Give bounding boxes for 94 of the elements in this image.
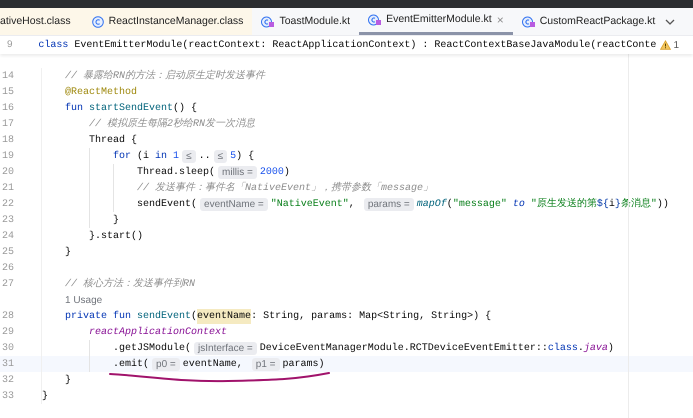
warning-icon[interactable] bbox=[660, 40, 672, 50]
line-number: 22 bbox=[0, 198, 14, 212]
code-text: () { bbox=[173, 102, 198, 116]
line-number: 30 bbox=[0, 342, 14, 356]
number-literal: 5 bbox=[230, 150, 236, 164]
string-literal: "message" bbox=[452, 198, 508, 212]
code-text: } bbox=[113, 214, 120, 228]
line-number: 28 bbox=[0, 310, 14, 324]
keyword: class bbox=[38, 40, 70, 50]
editor-tab[interactable]: ativeHost.class bbox=[0, 8, 83, 35]
function-name: startSendEvent bbox=[89, 102, 174, 116]
keyword: class bbox=[548, 342, 578, 356]
parameter-hint: p0 = bbox=[152, 358, 180, 370]
code-text: params) bbox=[282, 358, 325, 372]
code-text: DeviceEventManagerModule.RCTDeviceEventEmitter:: bbox=[260, 342, 548, 356]
parameter-hint: jsInterface = bbox=[194, 342, 257, 354]
code-comment: // 模拟原生每隔2秒给RN发一次消息 bbox=[89, 116, 256, 132]
code-text: Thread { bbox=[89, 134, 138, 148]
code-comment: // 核心方法：发送事件到RN bbox=[65, 276, 196, 292]
line-number: 20 bbox=[0, 166, 14, 180]
line-number: 16 bbox=[0, 102, 14, 116]
line-number: 24 bbox=[0, 230, 14, 244]
line-number: 23 bbox=[0, 214, 14, 228]
code-text: (i bbox=[136, 150, 150, 164]
line-number: 18 bbox=[0, 134, 14, 148]
code-text: Thread.sleep( bbox=[137, 166, 216, 180]
function-name: mapOf bbox=[416, 198, 447, 212]
keyword: for bbox=[113, 150, 132, 164]
editor-tab[interactable]: ReactInstanceManager.class bbox=[82, 8, 252, 35]
kotlin-class-icon bbox=[522, 16, 535, 28]
code-text: ( bbox=[191, 310, 198, 324]
line-number: 25 bbox=[0, 246, 14, 260]
number-literal: 2000 bbox=[260, 166, 284, 180]
code-text: } bbox=[42, 390, 48, 404]
line-number: 32 bbox=[0, 374, 14, 388]
code-comment: // 暴露给RN的方法：启动原生定时发送事件 bbox=[65, 68, 266, 84]
kotlin-class-icon bbox=[368, 14, 382, 26]
function-name: sendEvent bbox=[137, 310, 192, 324]
code-text: } bbox=[65, 246, 72, 260]
string-literal: "NativeEvent" bbox=[270, 198, 349, 212]
code-text: .getJSModule( bbox=[113, 342, 192, 356]
editor-tab[interactable]: CustomReactPackage.kt bbox=[512, 8, 664, 35]
code-text: ( bbox=[446, 198, 453, 212]
keyword: private fun bbox=[65, 310, 132, 324]
highlighted-parameter: eventName bbox=[197, 308, 252, 324]
line-number: 15 bbox=[0, 86, 14, 100]
line-number: 21 bbox=[0, 182, 14, 196]
keyword: fun bbox=[65, 102, 84, 116]
number-literal: 1 bbox=[172, 150, 180, 164]
class-icon bbox=[92, 16, 104, 28]
usage-hint[interactable]: 1 Usage bbox=[65, 292, 102, 308]
keyword: to bbox=[512, 198, 525, 212]
string-literal: "原生发送的第 bbox=[530, 196, 597, 212]
code-text: EventEmitterModule(reactContext: ReactApplicationContext) : ReactContextBaseJavaModule(reactConte bbox=[74, 40, 656, 50]
template-brace: } bbox=[614, 198, 621, 212]
line-number: 33 bbox=[0, 390, 14, 404]
line-number: 31 bbox=[0, 358, 14, 372]
code-text: i bbox=[608, 198, 615, 212]
line-number: 14 bbox=[0, 70, 14, 84]
code-text: )) bbox=[656, 198, 669, 212]
property-name: reactApplicationContext bbox=[89, 326, 228, 340]
line-number: 27 bbox=[0, 278, 14, 292]
code-text: : String, params: Map<String, String>) { bbox=[251, 310, 492, 324]
code-text: sendEvent( bbox=[137, 198, 198, 212]
code-comment: // 发送事件：事件名「NativeEvent」，携带参数「message」 bbox=[137, 180, 434, 196]
parameter-hint: p1 = bbox=[252, 358, 280, 370]
code-text: }.start() bbox=[89, 230, 144, 244]
code-text: , bbox=[348, 198, 356, 212]
code-text: ) { bbox=[236, 150, 254, 164]
warning-count[interactable]: 1 bbox=[673, 38, 679, 52]
line-number: 29 bbox=[0, 326, 14, 340]
code-text: .emit( bbox=[113, 358, 150, 372]
line-number: 26 bbox=[0, 262, 14, 276]
code-text: ) bbox=[284, 166, 290, 180]
code-text: } bbox=[65, 374, 72, 388]
code-text: .. bbox=[198, 150, 211, 164]
parameter-hint: ≤ bbox=[182, 150, 196, 162]
parameter-hint: millis = bbox=[218, 166, 257, 178]
kotlin-class-icon bbox=[261, 16, 274, 28]
chevron-down-icon[interactable] bbox=[665, 18, 675, 24]
property-name: java bbox=[584, 342, 608, 356]
code-text: . bbox=[578, 342, 584, 356]
template-brace: ${ bbox=[596, 198, 609, 212]
parameter-hint: params = bbox=[364, 198, 414, 210]
line-number: 9 bbox=[6, 38, 13, 52]
code-text: eventName, bbox=[182, 358, 244, 372]
annotation: @ReactMethod bbox=[65, 86, 138, 100]
line-number: 17 bbox=[0, 118, 14, 132]
parameter-hint: ≤ bbox=[214, 150, 228, 162]
editor-tab[interactable]: ToastModule.kt bbox=[252, 8, 360, 35]
parameter-hint: eventName = bbox=[200, 198, 268, 210]
keyword: in bbox=[155, 150, 168, 164]
line-number: 19 bbox=[0, 150, 14, 164]
code-text: ) bbox=[608, 342, 614, 356]
